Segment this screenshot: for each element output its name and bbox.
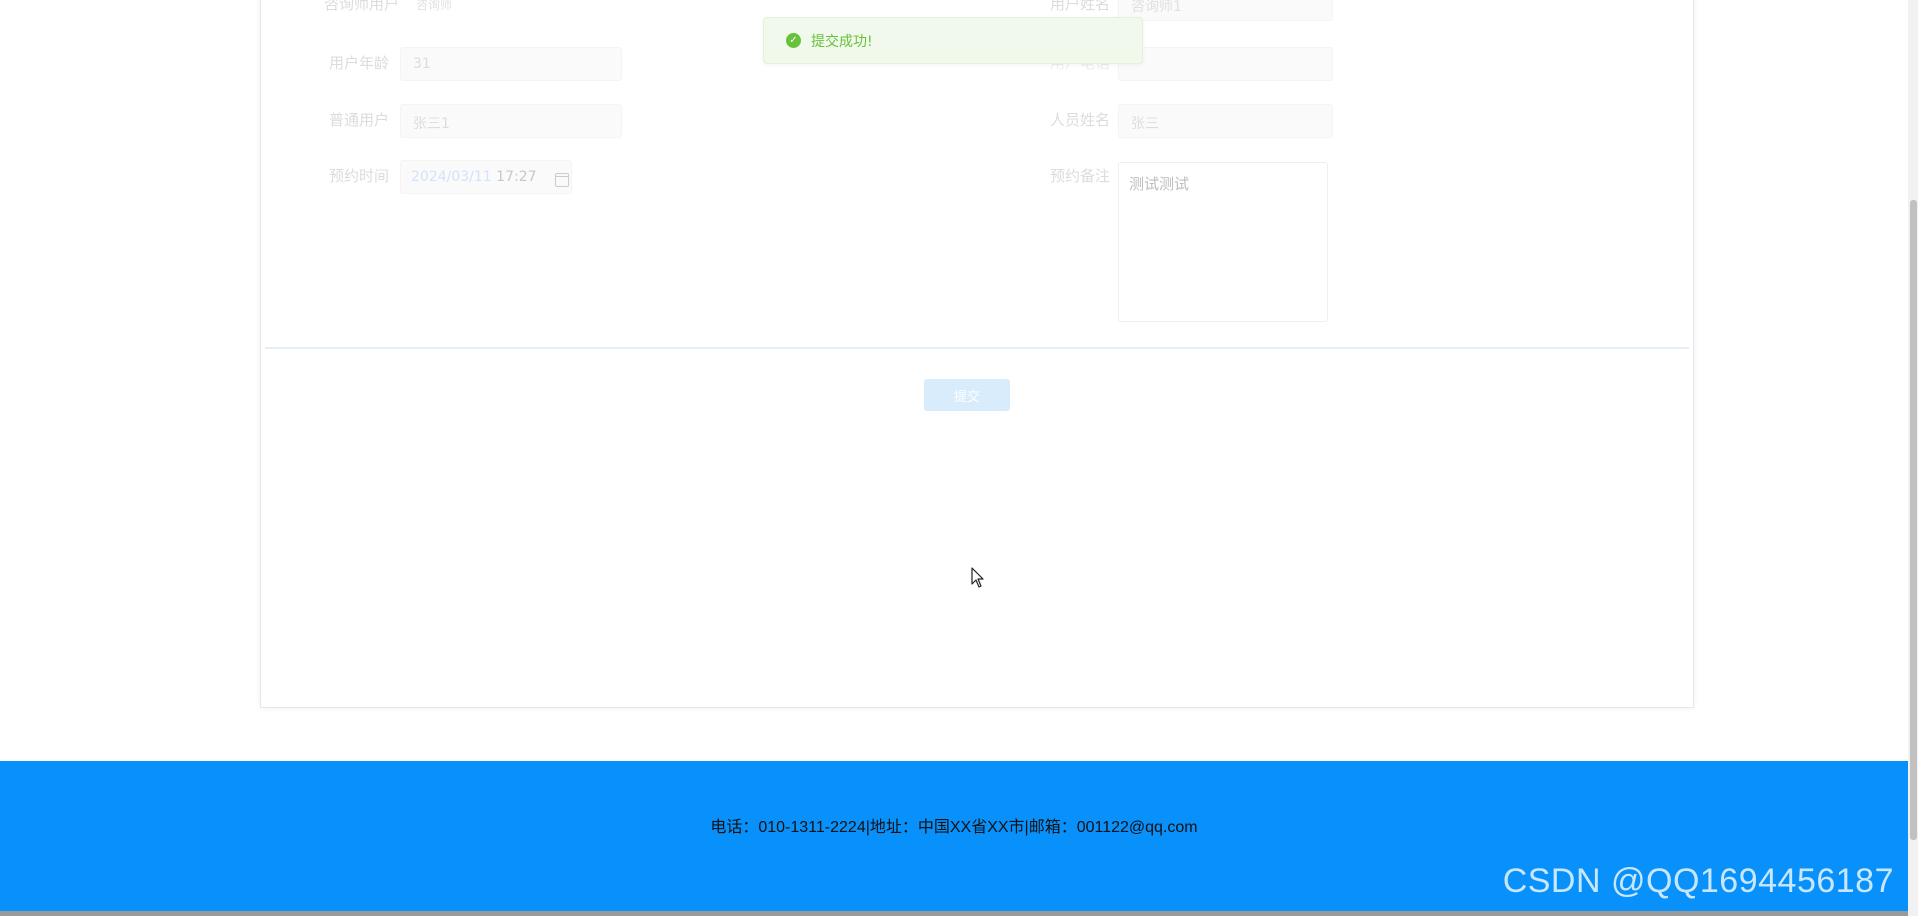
consultant-user-label: 咨询师用户 [323, 0, 399, 13]
appointment-time-input[interactable]: 2024/03/11 17:27 [400, 160, 572, 194]
appointment-note-label: 预约备注 [1049, 167, 1110, 185]
mouse-cursor-icon [971, 567, 984, 588]
form-divider [265, 347, 1689, 349]
normal-user-label: 普通用户 [328, 111, 389, 129]
consultant-user-input[interactable]: 咨询师 [403, 0, 627, 21]
user-name-label: 用户姓名 [1049, 0, 1110, 13]
appointment-time-label: 预约时间 [328, 167, 389, 185]
appointment-note-textarea[interactable]: 测试测试 [1118, 162, 1328, 322]
user-age-label: 用户年龄 [328, 54, 389, 72]
submit-button[interactable]: 提交 [924, 379, 1010, 411]
toast-message: 提交成功! [811, 33, 873, 50]
appointment-time-value: 17:27 [496, 169, 537, 185]
person-name-label: 人员姓名 [1049, 111, 1110, 129]
normal-user-input[interactable]: 张三1 [400, 104, 622, 138]
user-age-input[interactable]: 31 [400, 47, 622, 81]
check-circle-icon: ✓ [786, 33, 801, 48]
footer-contact-info: 电话：010-1311-2224|地址：中国XX省XX市|邮箱：001122@q… [710, 819, 1198, 836]
person-name-input[interactable]: 张三 [1118, 104, 1333, 138]
footer: 电话：010-1311-2224|地址：中国XX省XX市|邮箱：001122@q… [0, 761, 1908, 916]
user-phone-input[interactable] [1118, 47, 1333, 81]
appointment-date-value: 2024/03/11 [411, 169, 492, 185]
scrollbar-thumb[interactable] [1910, 200, 1917, 840]
watermark: CSDN @QQ1694456187 [1502, 862, 1894, 900]
calendar-icon[interactable] [555, 173, 569, 187]
form-card: 咨询师用户 咨询师 用户姓名 咨询师1 用户年龄 31 用户电话 普通用户 张三… [260, 0, 1694, 708]
success-toast: ✓ 提交成功! [763, 17, 1143, 64]
user-name-input[interactable]: 咨询师1 [1118, 0, 1333, 21]
bottom-edge [0, 911, 1918, 916]
page: 咨询师用户 咨询师 用户姓名 咨询师1 用户年龄 31 用户电话 普通用户 张三… [0, 0, 1918, 916]
